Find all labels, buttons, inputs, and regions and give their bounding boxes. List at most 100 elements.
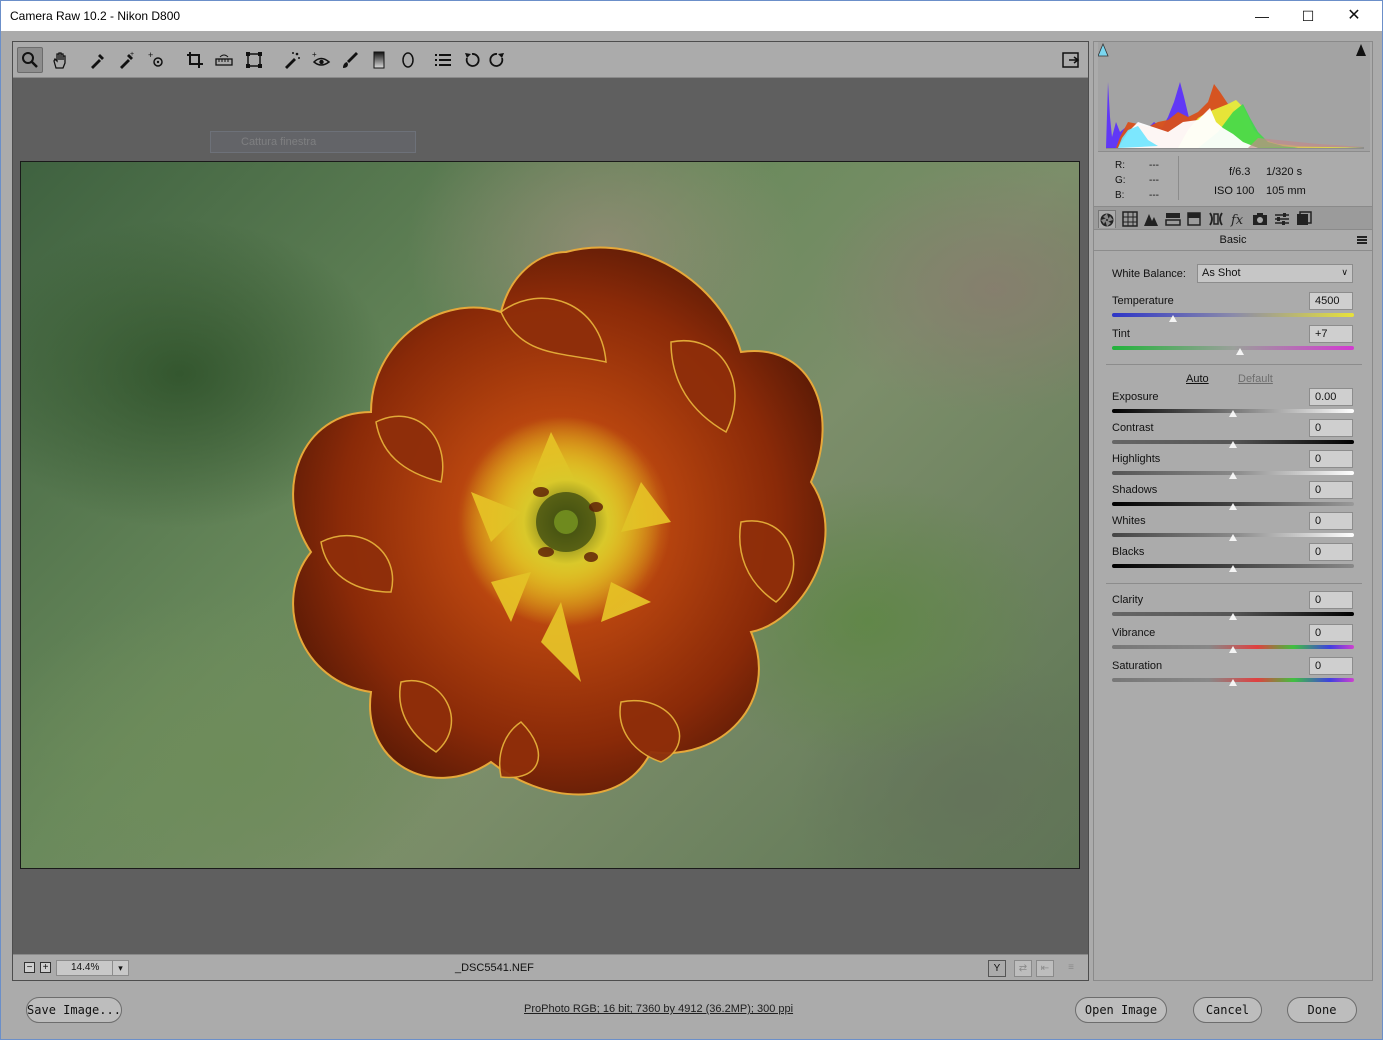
b-value: --- [1149, 190, 1159, 201]
graduated-filter-icon[interactable] [366, 47, 392, 73]
done-button[interactable]: Done [1287, 997, 1357, 1023]
file-name: _DSC5541.NEF [455, 962, 534, 974]
transform-icon[interactable] [241, 47, 267, 73]
cancel-button[interactable]: Cancel [1193, 997, 1262, 1023]
fullscreen-icon[interactable] [1058, 47, 1084, 73]
split-toning-icon[interactable] [1185, 210, 1203, 228]
chevron-down-icon[interactable]: ▾ [112, 961, 128, 975]
white-balance-select[interactable]: As Shot ∨ [1197, 264, 1353, 283]
radial-filter-icon[interactable] [395, 47, 421, 73]
detail-icon[interactable] [1142, 210, 1160, 228]
clarity-label: Clarity [1112, 594, 1144, 606]
shadows-slider-handle[interactable] [1228, 502, 1238, 511]
workflow-options-link[interactable]: ProPhoto RGB; 16 bit; 7360 by 4912 (36.2… [524, 1003, 793, 1015]
svg-text:+: + [130, 51, 134, 58]
default-link[interactable]: Default [1238, 373, 1273, 385]
copy-settings-icon[interactable]: ⇤ [1036, 960, 1054, 977]
presets-icon[interactable] [1273, 210, 1291, 228]
saturation-slider-handle[interactable] [1228, 678, 1238, 687]
panel-tabs: fx [1094, 206, 1372, 230]
highlights-label: Highlights [1112, 453, 1161, 465]
zoom-in-button[interactable]: + [40, 962, 51, 973]
white-balance-label: White Balance: [1112, 268, 1186, 280]
rotate-left-icon[interactable] [459, 47, 485, 73]
color-sampler-icon[interactable]: + [114, 47, 140, 73]
focal-length: 105 mm [1266, 185, 1306, 197]
divider [1178, 156, 1179, 200]
snapshots-icon[interactable] [1295, 210, 1313, 228]
exposure-field[interactable]: 0.00 [1309, 388, 1353, 406]
camera-raw-dialog: + + + Cattura finestra − + 14.4% ▾ _DSC5… [0, 31, 1383, 1040]
g-label: G: [1115, 175, 1126, 186]
histogram [1098, 42, 1370, 152]
highlight-clip-icon[interactable] [1356, 44, 1366, 56]
tone-curve-icon[interactable] [1121, 210, 1139, 228]
temperature-label: Temperature [1112, 295, 1174, 307]
preferences-icon[interactable] [430, 47, 456, 73]
vibrance-slider-handle[interactable] [1228, 645, 1238, 654]
before-after-toggle-icon[interactable]: Y [988, 960, 1006, 977]
b-label: B: [1115, 190, 1125, 201]
saturation-field[interactable]: 0 [1309, 657, 1353, 675]
hand-icon[interactable] [47, 47, 73, 73]
contrast-slider-handle[interactable] [1228, 440, 1238, 449]
save-image-button[interactable]: Save Image... [26, 997, 122, 1023]
tint-field[interactable]: +7 [1309, 325, 1353, 343]
temperature-field[interactable]: 4500 [1309, 292, 1353, 310]
blacks-label: Blacks [1112, 546, 1145, 558]
iso: ISO 100 [1214, 185, 1255, 197]
temperature-slider-handle[interactable] [1167, 314, 1178, 323]
panel-menu-icon[interactable] [1357, 236, 1367, 244]
tint-slider[interactable] [1112, 346, 1354, 350]
image-preview[interactable] [20, 161, 1080, 869]
toggle-settings-icon[interactable]: ≡ [1062, 960, 1080, 977]
whites-slider-handle[interactable] [1228, 533, 1238, 542]
close-button[interactable]: ✕ [1331, 1, 1377, 31]
shadow-clip-icon[interactable] [1098, 42, 1109, 57]
blacks-slider-handle[interactable] [1228, 564, 1238, 573]
contrast-label: Contrast [1112, 422, 1154, 434]
shutter-speed: 1/320 s [1266, 166, 1303, 178]
whites-label: Whites [1112, 515, 1146, 527]
straighten-icon[interactable] [211, 47, 237, 73]
maximize-button[interactable]: ☐ [1285, 1, 1331, 31]
vibrance-field[interactable]: 0 [1309, 624, 1353, 642]
calibration-icon[interactable] [1251, 210, 1269, 228]
clarity-field[interactable]: 0 [1309, 591, 1353, 609]
clarity-slider-handle[interactable] [1228, 612, 1238, 621]
shadows-field[interactable]: 0 [1309, 481, 1353, 499]
white-balance-icon[interactable] [85, 47, 111, 73]
zoom-icon[interactable] [17, 47, 43, 73]
divider [1094, 250, 1372, 251]
highlights-slider-handle[interactable] [1228, 471, 1238, 480]
exposure-slider-handle[interactable] [1228, 409, 1238, 418]
zoom-level-select[interactable]: 14.4% ▾ [56, 960, 129, 976]
zoom-out-button[interactable]: − [24, 962, 35, 973]
blacks-field[interactable]: 0 [1309, 543, 1353, 561]
adjustment-brush-icon[interactable] [337, 47, 363, 73]
rotate-right-icon[interactable] [484, 47, 510, 73]
minimize-button[interactable]: — [1239, 1, 1285, 31]
auto-link[interactable]: Auto [1186, 373, 1209, 385]
crop-icon[interactable] [182, 47, 208, 73]
title-bar: Camera Raw 10.2 - Nikon D800 — ☐ ✕ [0, 0, 1383, 31]
effects-icon[interactable]: fx [1229, 210, 1247, 228]
svg-text:+: + [312, 50, 317, 59]
spot-removal-icon[interactable] [279, 47, 305, 73]
contrast-field[interactable]: 0 [1309, 419, 1353, 437]
tint-label: Tint [1112, 328, 1130, 340]
highlights-field[interactable]: 0 [1309, 450, 1353, 468]
temperature-slider[interactable] [1112, 313, 1354, 317]
swap-settings-icon[interactable]: ⇄ [1014, 960, 1032, 977]
zoom-level-value: 14.4% [71, 962, 100, 973]
whites-field[interactable]: 0 [1309, 512, 1353, 530]
open-image-button[interactable]: Open Image [1075, 997, 1167, 1023]
lens-icon[interactable] [1207, 210, 1225, 228]
tint-slider-handle[interactable] [1235, 347, 1246, 356]
divider [1106, 364, 1362, 365]
white-balance-value: As Shot [1202, 267, 1241, 279]
targeted-adjustment-icon[interactable]: + [144, 47, 170, 73]
hsl-icon[interactable] [1164, 210, 1182, 228]
basic-icon[interactable] [1098, 210, 1116, 228]
red-eye-icon[interactable]: + [308, 47, 334, 73]
